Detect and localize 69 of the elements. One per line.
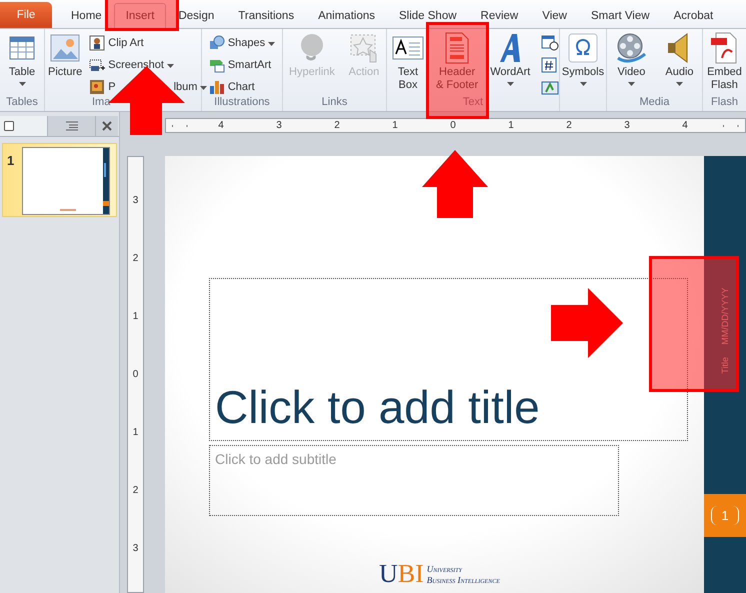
slides-tab[interactable] <box>0 116 48 136</box>
bar-chart-icon <box>208 78 225 94</box>
button-label[interactable]: P <box>108 80 116 92</box>
logo-text: Business Intelligence <box>426 575 500 586</box>
slide-number: 1 <box>7 152 14 168</box>
ruler-number: 2 <box>132 252 138 266</box>
ribbon-tab[interactable]: Home <box>59 3 114 28</box>
group-label: Illustrations <box>214 96 270 110</box>
table-icon <box>8 34 36 62</box>
ribbon-tab[interactable]: Acrobat <box>662 3 726 28</box>
ribbon-tab[interactable]: Slide Show <box>386 3 469 28</box>
ruler-number: 2 <box>132 484 138 498</box>
ruler-number: 0 <box>132 368 138 382</box>
ruler-number: 3 <box>132 542 138 556</box>
right-arrow <box>551 288 623 358</box>
up-arrow <box>422 150 488 218</box>
close-button[interactable] <box>96 116 118 136</box>
pdf-document-icon <box>710 32 738 64</box>
ribbon-tab[interactable]: Review <box>468 3 530 28</box>
omega-symbol-icon <box>568 33 598 63</box>
ribbon-button[interactable]: Embed Flash <box>706 30 743 92</box>
screenshot-icon <box>89 56 106 72</box>
ribbon-button[interactable]: WordArt <box>489 30 532 86</box>
ribbon-button[interactable]: Picture <box>47 30 84 79</box>
group-label: Links <box>322 96 348 110</box>
outline-icon <box>66 121 78 131</box>
film-reel-icon <box>615 32 648 64</box>
ribbon-button[interactable]: Screenshot <box>89 55 208 74</box>
shapes-icon <box>208 34 225 50</box>
ribbon-tab[interactable]: View <box>530 3 579 28</box>
group-label: Text <box>462 96 484 110</box>
logo-text: University <box>426 564 464 575</box>
outline-tab[interactable] <box>48 116 96 136</box>
photo-album-icon <box>89 78 106 94</box>
picture-icon <box>50 33 80 63</box>
clip-art-icon <box>89 34 106 50</box>
ribbon-tab[interactable]: Transitions <box>226 3 306 28</box>
close-icon <box>102 121 112 131</box>
slide-icon <box>4 121 14 131</box>
ribbon-button[interactable]: Chart <box>208 77 276 96</box>
ribbon-button[interactable]: Clip Art <box>89 33 208 52</box>
ribbon-tab[interactable]: Animations <box>306 3 387 28</box>
slide-thumbnail-row[interactable]: 1 <box>2 143 117 217</box>
ribbon-tab[interactable]: Design <box>166 3 226 28</box>
footer-title: Title <box>720 357 730 374</box>
ribbon-button[interactable]: SmartArt <box>208 55 276 74</box>
group-label: Media <box>640 96 670 110</box>
ruler-number: 1 <box>132 310 138 324</box>
footer-date: MM/DD/YYYY <box>720 288 730 346</box>
group-label: Flash <box>711 96 738 110</box>
slide-number-icon[interactable] <box>541 56 558 72</box>
ribbon-button[interactable]: Shapes <box>208 33 276 52</box>
ribbon-button[interactable]: Text Box <box>391 30 425 92</box>
ruler-number: 3 <box>132 194 138 208</box>
group-label: Tables <box>6 96 38 110</box>
document-icon <box>444 32 470 64</box>
ruler-number: 1 <box>132 426 138 440</box>
slide-number-badge: 1 <box>704 494 746 537</box>
object-icon[interactable] <box>541 78 560 94</box>
ribbon-tab[interactable]: Smart View <box>578 3 662 28</box>
calendar-clock-icon[interactable] <box>541 34 560 50</box>
file-tab[interactable]: File <box>0 2 52 28</box>
ribbon-button[interactable]: Table <box>7 30 37 86</box>
ribbon-button[interactable]: Audio <box>664 30 695 86</box>
ribbon-button[interactable]: Video <box>614 30 648 86</box>
group-label: Ima <box>92 96 110 110</box>
button-label[interactable]: lbum <box>174 80 198 92</box>
ribbon-button[interactable]: Symbols <box>560 30 606 86</box>
logo-mark: UBI <box>379 562 424 586</box>
